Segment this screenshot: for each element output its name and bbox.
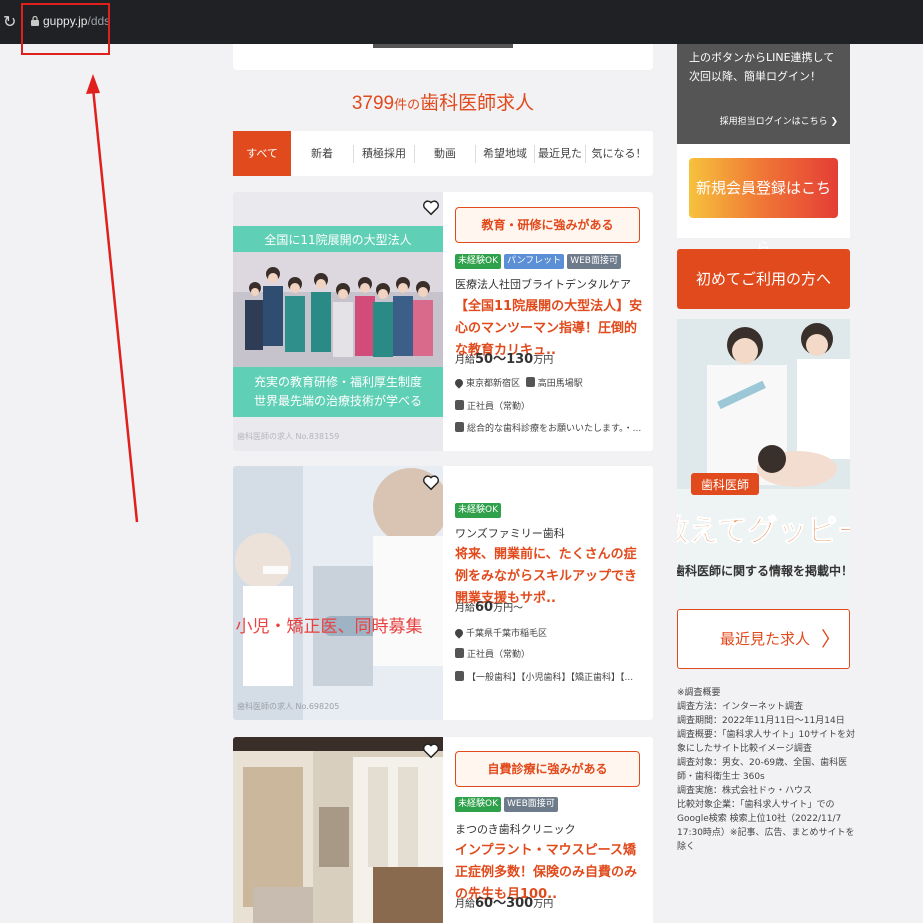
- badge-row: 未経験OK: [455, 503, 501, 518]
- reload-icon[interactable]: ↻: [3, 12, 23, 32]
- job-image-caption: 歯科医師の求人 No.838159: [237, 431, 339, 441]
- top-card-bar: [373, 44, 513, 48]
- feature-label: 教育・研修に強みがある: [455, 207, 640, 243]
- salary-unit: 万円: [533, 355, 554, 366]
- note-line: 【一般歯科】【小児歯科】【矯正歯科】【...: [455, 670, 645, 683]
- banner-tag: 歯科医師: [701, 478, 749, 492]
- survey-line: 比較対象企業：「歯科求人サイト」でのGoogle検索 検索上位10社（2022/…: [677, 800, 855, 852]
- tab-new[interactable]: 新着: [291, 131, 353, 176]
- badge-row: 未経験OK パンフレット WEB面接可: [455, 254, 621, 269]
- employment-line: 正社員（常勤）: [455, 647, 645, 660]
- clinic-name: まつのき歯科クリニック: [455, 823, 576, 836]
- survey-line: 調査方法：インターネット調査: [677, 702, 804, 712]
- annotation-highlight-box: [21, 3, 110, 55]
- salary: 月給50～130万円: [455, 348, 553, 367]
- badge-pamphlet: パンフレット: [504, 254, 565, 269]
- job-image-bottom-text-2: 世界最先端の治療技術が学べる: [254, 393, 422, 408]
- chevron-right-icon: 〉: [821, 627, 841, 651]
- station: 高田馬場駅: [537, 379, 583, 389]
- employment-type: 正社員（常勤）: [467, 650, 531, 660]
- salary-value: 60: [475, 600, 494, 615]
- salary-prefix: 月給: [455, 603, 475, 614]
- job-image[interactable]: 小児・矯正医、同時募集 歯科医師の求人 No.698205: [233, 466, 443, 720]
- badge-web-interview: WEB面接可: [504, 797, 558, 812]
- badge-web-interview: WEB面接可: [567, 254, 621, 269]
- job-card[interactable]: 自費診療に強みがある 未経験OK WEB面接可 まつのき歯科クリニック インプラ…: [233, 737, 653, 923]
- filter-tabs: すべて 新着 積極採用 動画 希望地域 最近見た 気になる！: [233, 131, 653, 176]
- job-image-bottom-text-1: 充実の教育研修・福利厚生制度: [254, 374, 422, 389]
- line-login-text: 上のボタンからLINE連携して次回以降、簡単ログイン！: [689, 51, 835, 83]
- badge-inexperienced-ok: 未経験OK: [455, 503, 501, 518]
- job-image-caption: 歯科医師の求人 No.698205: [237, 701, 339, 711]
- survey-line: 調査対象：男女、20-69歳、全国、歯科医師・歯科衛生士 360s: [677, 758, 848, 782]
- survey-line: 調査概要：「歯科求人サイト」10サイトを対象にしたサイト比較イメージ調査: [677, 730, 855, 754]
- badge-inexperienced-ok: 未経験OK: [455, 797, 501, 812]
- survey-notes: ※調査概要 調査方法：インターネット調査 調査期間：2022年11月11日～11…: [677, 686, 855, 854]
- heart-icon[interactable]: [422, 199, 440, 217]
- note-line: 総合的な歯科診療をお願いいたします。・...: [455, 421, 645, 434]
- employment-line: 正社員（常勤）: [455, 399, 645, 412]
- clinic-name: 医療法人社団ブライトデンタルケア: [455, 278, 631, 291]
- tab-recently-viewed[interactable]: 最近見た: [535, 131, 585, 176]
- clinic-name: ワンズファミリー歯科: [455, 527, 565, 540]
- top-partial-card: [233, 44, 653, 70]
- recent-jobs-label: 最近見た求人: [720, 630, 811, 648]
- salary: 月給60～300万円: [455, 892, 553, 911]
- location: 東京都新宿区: [466, 379, 521, 389]
- train-icon: [525, 377, 535, 387]
- register-wrap: 新規会員登録はこちら: [677, 144, 850, 257]
- person-icon: [455, 422, 464, 432]
- tab-active-hiring[interactable]: 積極採用: [354, 131, 414, 176]
- teach-guppy-banner[interactable]: 歯科医師 教えてグッピー 歯科医師に関する情報を掲載中！: [677, 319, 850, 600]
- listing-count: 3799: [351, 93, 395, 114]
- salary-value: 50～130: [475, 352, 534, 367]
- tab-all[interactable]: すべて: [233, 131, 291, 176]
- job-note: 【一般歯科】【小児歯科】【矯正歯科】【...: [467, 673, 634, 683]
- heart-icon[interactable]: [422, 742, 440, 760]
- job-card[interactable]: 小児・矯正医、同時募集 歯科医師の求人 No.698205 未経験OK ワンズフ…: [233, 466, 653, 720]
- survey-line: ※調査概要: [677, 688, 721, 698]
- recent-jobs-button[interactable]: 最近見た求人 〉: [677, 609, 850, 669]
- job-image-overlay-text: 小児・矯正医、同時募集: [236, 617, 423, 637]
- salary-value: 60～300: [475, 896, 534, 911]
- salary-unit: 万円: [533, 899, 554, 910]
- salary-prefix: 月給: [455, 899, 475, 910]
- banner-title: 教えてグッピー: [677, 514, 850, 549]
- badge-row: 未経験OK WEB面接可: [455, 797, 558, 812]
- survey-line: 調査期間：2022年11月11日～11月14日: [677, 716, 845, 726]
- employment-icon: [455, 648, 464, 658]
- location-pin-icon: [455, 627, 465, 639]
- feature-label: 自費診療に強みがある: [455, 751, 640, 787]
- job-card[interactable]: 全国に11院展開の大型法人 充実の教育研修・福利厚生制度 世界最先端の治療技術が…: [233, 192, 653, 451]
- employer-login-link[interactable]: 採用担当ログインはこちら ❯: [720, 114, 838, 127]
- first-time-button[interactable]: 初めてご利用の方へ: [677, 249, 850, 309]
- location-line: 千葉県千葉市稲毛区: [455, 626, 645, 639]
- survey-line: 調査実施：株式会社ドゥ・ハウス: [677, 786, 813, 796]
- job-image[interactable]: [233, 737, 443, 923]
- tab-favorites[interactable]: 気になる！: [586, 131, 652, 176]
- tab-region[interactable]: 希望地域: [476, 131, 534, 176]
- tab-video[interactable]: 動画: [415, 131, 475, 176]
- job-image[interactable]: 全国に11院展開の大型法人 充実の教育研修・福利厚生制度 世界最先端の治療技術が…: [233, 192, 443, 451]
- register-button[interactable]: 新規会員登録はこちら: [689, 158, 838, 257]
- listing-title: 歯科医師求人: [420, 93, 535, 114]
- heart-icon[interactable]: [422, 474, 440, 492]
- employment-icon: [455, 400, 464, 410]
- location: 千葉県千葉市稲毛区: [466, 629, 548, 639]
- listing-count-suffix: 件の: [394, 97, 421, 112]
- employment-type: 正社員（常勤）: [467, 402, 531, 412]
- job-image-top-text: 全国に11院展開の大型法人: [264, 232, 411, 247]
- line-login-box: 上のボタンからLINE連携して次回以降、簡単ログイン！ 採用担当ログインはこちら…: [677, 44, 850, 144]
- person-icon: [455, 671, 464, 681]
- location-pin-icon: [455, 377, 465, 389]
- job-note: 総合的な歯科診療をお願いいたします。・...: [467, 424, 642, 434]
- salary-unit: 万円～: [493, 603, 524, 614]
- listing-count-heading: 3799件の歯科医師求人: [233, 88, 653, 115]
- badge-inexperienced-ok: 未経験OK: [455, 254, 501, 269]
- location-line: 東京都新宿区 高田馬場駅: [455, 376, 645, 389]
- salary-prefix: 月給: [455, 355, 475, 366]
- salary: 月給60万円～: [455, 599, 523, 615]
- banner-subtitle: 歯科医師に関する情報を掲載中！: [677, 563, 850, 578]
- browser-address-bar: ↻ guppy.jp/dds: [0, 0, 923, 44]
